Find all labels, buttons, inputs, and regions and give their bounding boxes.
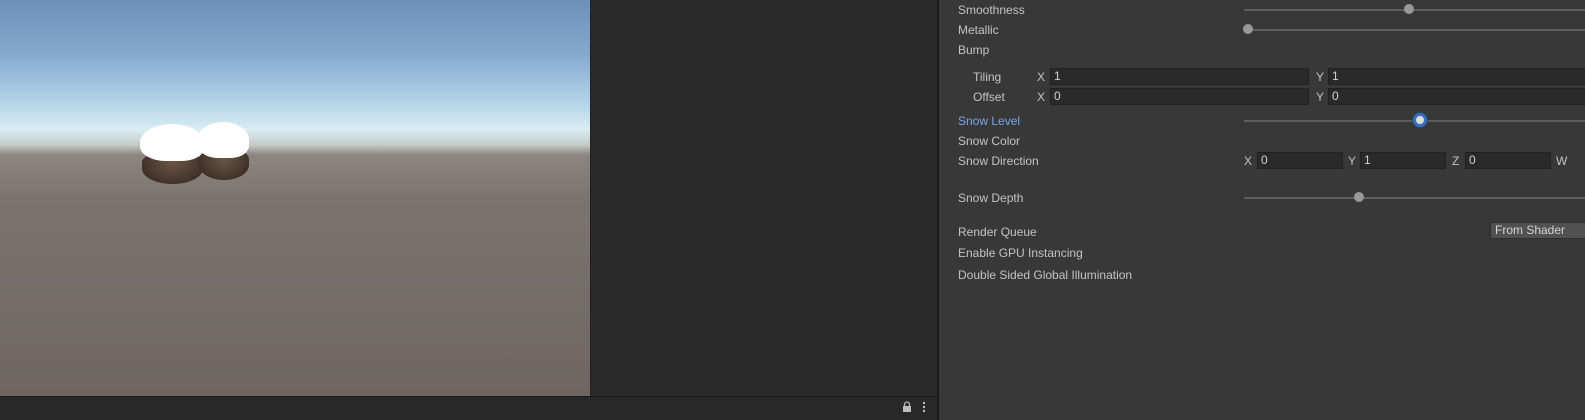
snow-level-label: Snow Level — [958, 114, 1021, 128]
snow-depth-label: Snow Depth — [958, 191, 1024, 205]
snow-level-slider-thumb[interactable] — [1413, 113, 1427, 127]
snow-direction-z-field[interactable]: 0 — [1465, 152, 1551, 169]
render-queue-dropdown[interactable]: From Shader — [1490, 222, 1585, 239]
snow-rock-right[interactable] — [197, 122, 249, 180]
tiling-x-field[interactable]: 1 — [1050, 68, 1309, 85]
snow-depth-slider-thumb[interactable] — [1354, 192, 1364, 202]
bump-label: Bump — [958, 43, 990, 57]
material-inspector: Smoothness Metallic Bump Tiling X 1 Y 1 … — [939, 0, 1585, 420]
snow-direction-y-axis-label: Y — [1348, 154, 1357, 168]
snow-direction-x-axis-label: X — [1244, 154, 1253, 168]
offset-x-field[interactable]: 0 — [1050, 88, 1309, 105]
metallic-slider-thumb[interactable] — [1243, 24, 1253, 34]
smoothness-slider-thumb[interactable] — [1404, 4, 1414, 14]
status-bar — [0, 396, 938, 420]
lock-icon[interactable] — [902, 401, 912, 413]
smoothness-slider-track[interactable] — [1244, 9, 1585, 11]
smoothness-label: Smoothness — [958, 3, 1025, 17]
snow-direction-label: Snow Direction — [958, 154, 1039, 168]
tiling-x-axis-label: X — [1037, 70, 1046, 84]
gpu-instancing-label: Enable GPU Instancing — [958, 246, 1083, 260]
offset-y-axis-label: Y — [1316, 90, 1325, 104]
snow-depth-slider-track[interactable] — [1244, 197, 1585, 199]
snow-color-label: Snow Color — [958, 134, 1021, 148]
tiling-y-field[interactable]: 1 — [1328, 68, 1585, 85]
double-sided-gi-label: Double Sided Global Illumination — [958, 268, 1133, 282]
tiling-label: Tiling — [973, 70, 1002, 84]
offset-label: Offset — [973, 90, 1005, 104]
metallic-label: Metallic — [958, 23, 999, 37]
render-queue-label: Render Queue — [958, 225, 1037, 239]
more-options-icon[interactable] — [920, 401, 928, 413]
snow-direction-w-axis-label: W — [1556, 154, 1568, 168]
snow-direction-z-axis-label: Z — [1452, 154, 1460, 168]
middle-panel — [624, 0, 937, 396]
panel-gutter — [590, 0, 624, 396]
snow-direction-x-field[interactable]: 0 — [1257, 152, 1343, 169]
scene-view[interactable] — [0, 0, 590, 396]
metallic-slider-track[interactable] — [1244, 29, 1585, 31]
snow-direction-y-field[interactable]: 1 — [1360, 152, 1446, 169]
offset-x-axis-label: X — [1037, 90, 1046, 104]
snow-rock-left[interactable] — [140, 124, 204, 184]
offset-y-field[interactable]: 0 — [1328, 88, 1585, 105]
tiling-y-axis-label: Y — [1316, 70, 1325, 84]
